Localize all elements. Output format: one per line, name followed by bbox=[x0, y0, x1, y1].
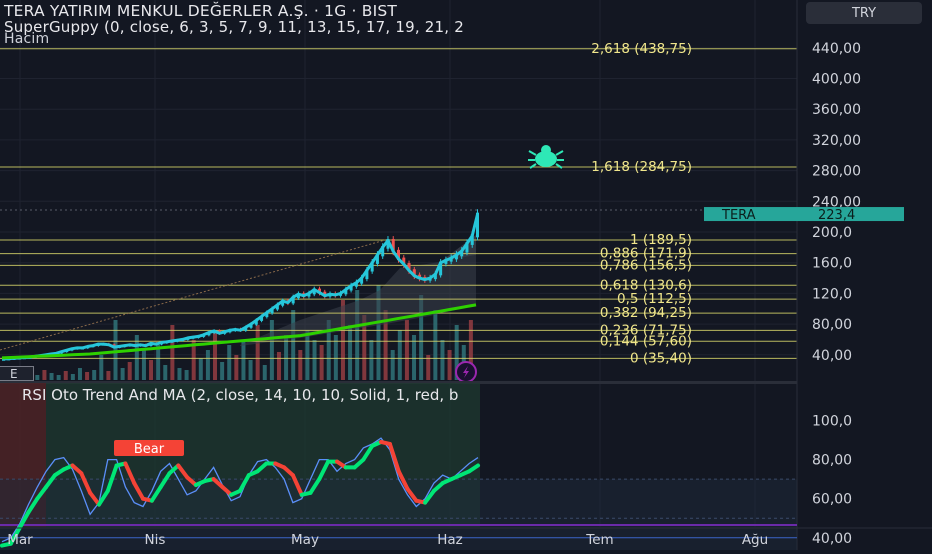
rsi-tick-label: 80,00 bbox=[812, 453, 852, 469]
price-tick-label: 80,00 bbox=[812, 317, 852, 333]
price-tick-label: 160,0 bbox=[812, 256, 852, 272]
price-axis: 440,00400,00360,00320,00280,00240,00200,… bbox=[812, 41, 861, 364]
chart-svg: 2,618 (438,75)1,618 (284,75)1 (189,5)0,8… bbox=[0, 0, 932, 554]
bear-label: Bear bbox=[134, 442, 165, 457]
rsi-tick-label: 100,0 bbox=[812, 414, 852, 430]
volume-bar bbox=[262, 365, 267, 380]
volume-bar bbox=[298, 350, 303, 380]
volume-bar bbox=[291, 310, 296, 380]
volume-bar bbox=[433, 310, 438, 380]
price-tick-label: 40,00 bbox=[812, 348, 852, 364]
volume-bar bbox=[63, 371, 68, 380]
volume-bar bbox=[106, 371, 111, 380]
volume-bar bbox=[348, 325, 353, 380]
price-tick-label: 200,0 bbox=[812, 225, 852, 241]
volume-bar bbox=[248, 360, 253, 380]
price-tick-label: 280,00 bbox=[812, 164, 861, 180]
volume-bar bbox=[198, 358, 203, 380]
volume-bar bbox=[255, 325, 260, 380]
volume-bar bbox=[92, 370, 97, 380]
volume-bar bbox=[319, 345, 324, 380]
fib-label: 1,618 (284,75) bbox=[591, 159, 692, 175]
volume-bar bbox=[440, 340, 445, 380]
volume-bar bbox=[70, 374, 75, 380]
volume-bar bbox=[447, 350, 452, 380]
volume-bar bbox=[276, 352, 281, 380]
volume-bar bbox=[77, 368, 82, 380]
ticker-price: 223,4 bbox=[818, 208, 855, 223]
volume-bar bbox=[220, 362, 225, 380]
price-tick-label: 440,00 bbox=[812, 41, 861, 57]
volume-bar bbox=[42, 370, 47, 380]
time-tick-label: Haz bbox=[437, 532, 463, 548]
volume-bar bbox=[205, 350, 210, 380]
price-tick-label: 360,00 bbox=[812, 102, 861, 118]
time-tick-label: Ağu bbox=[742, 532, 768, 548]
volume-bar bbox=[170, 325, 175, 380]
volume-bar bbox=[369, 340, 374, 380]
time-tick-label: Mar bbox=[7, 532, 33, 548]
volume-bar bbox=[213, 330, 218, 380]
rsi-legend[interactable]: RSI Oto Trend And MA (2, close, 14, 10, … bbox=[22, 386, 458, 404]
bug-icon bbox=[528, 145, 564, 169]
time-tick-label: Nis bbox=[145, 532, 166, 548]
volume-bar bbox=[305, 330, 310, 380]
time-tick-label: Tem bbox=[585, 532, 613, 548]
chart-stage: 2,618 (438,75) 1,618 (284,75) 1 (189,5) 0,8… bbox=[0, 0, 932, 554]
price-tick-label: 120,0 bbox=[812, 286, 852, 302]
rsi-band-fill bbox=[0, 479, 797, 554]
volume-bar bbox=[35, 375, 40, 380]
ticker-label: TERA bbox=[721, 208, 756, 223]
volume-bar bbox=[397, 330, 402, 380]
price-tick-label: 400,00 bbox=[812, 72, 861, 88]
fib-label: 0 (35,40) bbox=[630, 350, 692, 366]
volume-bar bbox=[227, 345, 232, 380]
volume-bar bbox=[113, 320, 118, 380]
price-tick-label: 320,00 bbox=[812, 133, 861, 149]
volume-bar bbox=[127, 362, 132, 380]
indicator-legend[interactable]: SuperGuppy (0, close, 6, 3, 5, 7, 9, 11,… bbox=[4, 18, 464, 36]
volume-bar bbox=[149, 360, 154, 380]
volume-bar bbox=[184, 370, 189, 380]
volume-bar bbox=[49, 373, 54, 380]
volume-bar bbox=[177, 368, 182, 380]
rsi-tick-label: 60,00 bbox=[812, 492, 852, 508]
fib-label: 0,786 (156,5) bbox=[600, 257, 692, 273]
volume-legend[interactable]: Hacim bbox=[4, 31, 49, 47]
volume-bar bbox=[56, 375, 61, 380]
fib-label: 2,618 (438,75) bbox=[591, 41, 692, 57]
fib-label: 0,144 (57,60) bbox=[600, 333, 692, 349]
rsi-tick-label: 40,00 bbox=[812, 531, 852, 547]
time-tick-label: May bbox=[291, 532, 319, 548]
volume-bar bbox=[312, 340, 317, 380]
currency-button[interactable]: TRY bbox=[806, 2, 922, 24]
volume-bar bbox=[163, 365, 168, 380]
volume-bar bbox=[390, 350, 395, 380]
volume-bar bbox=[269, 320, 274, 380]
volume-bar bbox=[141, 350, 146, 380]
volume-bar bbox=[404, 320, 409, 380]
volume-bar bbox=[156, 345, 161, 380]
volume-bar bbox=[120, 368, 125, 380]
bug-icon-leg bbox=[555, 150, 564, 156]
fib-label: 0,382 (94,25) bbox=[600, 305, 692, 321]
volume-bar bbox=[241, 340, 246, 380]
rsi-axis: 100,0 80,00 60,00 40,00 bbox=[812, 414, 852, 547]
bug-icon-leg bbox=[528, 150, 537, 156]
lightning-icon bbox=[455, 361, 477, 383]
e-button[interactable]: E bbox=[0, 366, 34, 381]
volume-bar bbox=[85, 372, 90, 380]
bug-icon-head bbox=[541, 145, 551, 155]
